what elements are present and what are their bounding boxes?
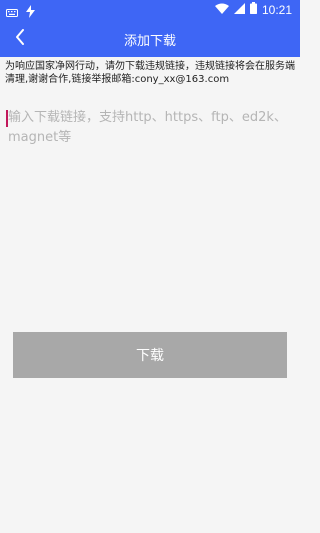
- app-bar: 添加下载: [0, 21, 300, 57]
- download-button[interactable]: 下载: [13, 332, 287, 378]
- wifi-icon: [214, 3, 229, 17]
- text-cursor: [6, 110, 8, 127]
- download-link-input[interactable]: [5, 108, 295, 228]
- battery-icon: [249, 2, 257, 17]
- page-title: 添加下载: [123, 34, 176, 49]
- signal-icon: [233, 2, 245, 17]
- flash-icon: [26, 3, 35, 22]
- keyboard-icon: [6, 3, 18, 22]
- status-left: [6, 3, 35, 22]
- status-right: 10:21: [214, 2, 292, 17]
- notice-text: 为响应国家净网行动，请勿下载违规链接，违规链接将会在服务端清理,谢谢合作,链接举…: [5, 61, 295, 85]
- status-time: 10:21: [261, 2, 292, 17]
- status-bar: 10:21: [0, 0, 300, 21]
